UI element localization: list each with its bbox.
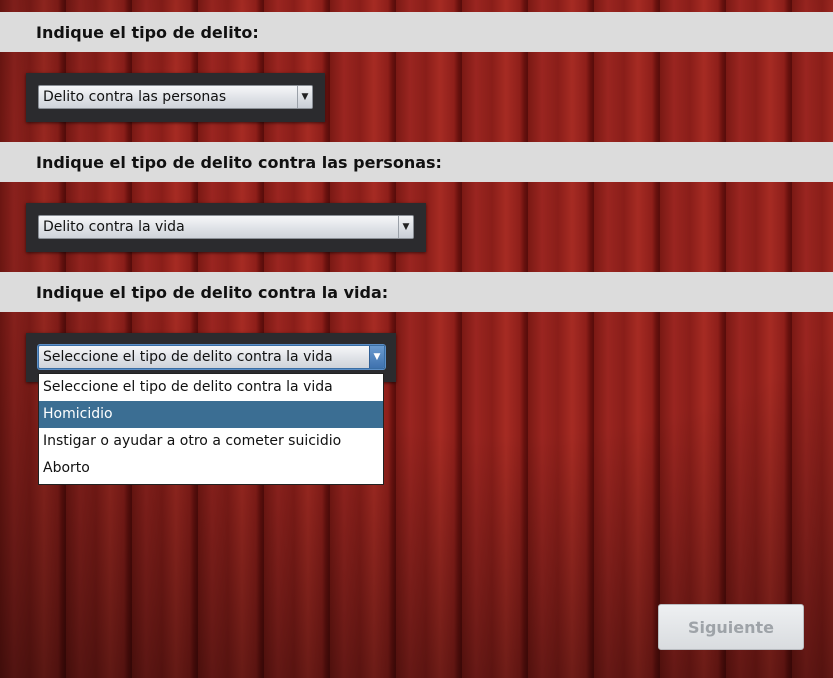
crime-type-select-value: Delito contra las personas — [43, 89, 227, 105]
form-page: Indique el tipo de delito: Delito contra… — [0, 0, 833, 678]
question-1-label: Indique el tipo de delito: — [36, 22, 259, 42]
crime-against-life-dropdown-list: Seleccione el tipo de delito contra la v… — [38, 373, 384, 485]
question-3-header: Indique el tipo de delito contra la vida… — [0, 272, 833, 312]
crime-against-life-select[interactable]: Seleccione el tipo de delito contra la v… — [38, 345, 385, 369]
dropdown-option[interactable]: Seleccione el tipo de delito contra la v… — [39, 374, 383, 401]
question-1-panel: Delito contra las personas ▼ — [26, 73, 325, 122]
question-3-label: Indique el tipo de delito contra la vida… — [36, 282, 389, 302]
dropdown-option[interactable]: Aborto — [39, 455, 383, 482]
crime-type-select[interactable]: Delito contra las personas ▼ — [38, 85, 313, 109]
dropdown-option[interactable]: Instigar o ayudar a otro a cometer suici… — [39, 428, 383, 455]
chevron-down-icon[interactable]: ▼ — [398, 216, 413, 238]
dropdown-option-highlighted[interactable]: Homicidio — [39, 401, 383, 428]
crime-against-life-select-value: Seleccione el tipo de delito contra la v… — [43, 349, 333, 365]
crime-against-persons-select-value: Delito contra la vida — [43, 219, 185, 235]
chevron-down-icon[interactable]: ▼ — [369, 346, 384, 368]
crime-against-persons-select[interactable]: Delito contra la vida ▼ — [38, 215, 414, 239]
next-button[interactable]: Siguiente — [658, 604, 804, 650]
question-1-header: Indique el tipo de delito: — [0, 12, 833, 52]
chevron-down-icon[interactable]: ▼ — [297, 86, 312, 108]
question-2-header: Indique el tipo de delito contra las per… — [0, 142, 833, 182]
question-2-label: Indique el tipo de delito contra las per… — [36, 152, 442, 172]
question-2-panel: Delito contra la vida ▼ — [26, 203, 426, 252]
